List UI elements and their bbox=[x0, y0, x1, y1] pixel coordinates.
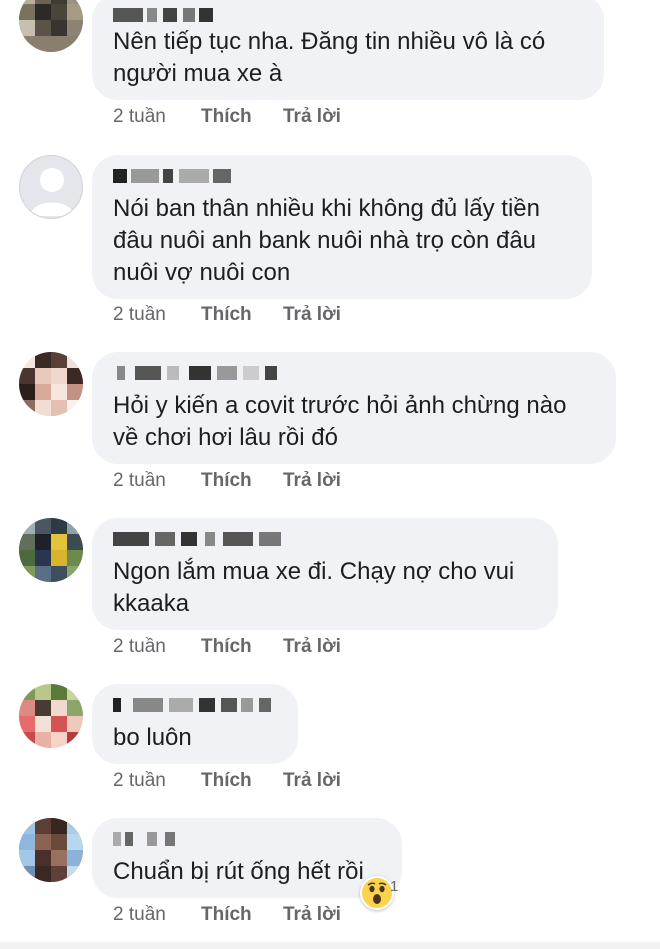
reply-button[interactable]: Trả lời bbox=[283, 303, 341, 327]
comment-text: Nên tiếp tục nha. Đăng tin nhiều vô là c… bbox=[113, 28, 546, 87]
comment-time[interactable]: 2 tuần bbox=[113, 303, 166, 327]
pixelated-avatar-image bbox=[19, 818, 83, 882]
pixelated-avatar-image bbox=[19, 684, 83, 748]
pixelated-avatar-image bbox=[19, 518, 83, 582]
comment-bubble: Ngon lắm mua xe đi. Chạy nợ cho vui kkaa… bbox=[92, 518, 558, 630]
comment-bubble: Nói ban thân nhiều khi không đủ lấy tiền… bbox=[92, 155, 592, 299]
like-button[interactable]: Thích bbox=[201, 105, 252, 129]
comment-time[interactable]: 2 tuần bbox=[113, 469, 166, 493]
reaction-summary[interactable]: 1 bbox=[360, 876, 400, 910]
comment-bubble: Hỏi y kiến a covit trước hỏi ảnh chừng n… bbox=[92, 352, 616, 464]
like-button[interactable]: Thích bbox=[201, 769, 252, 793]
reply-button[interactable]: Trả lời bbox=[283, 635, 341, 659]
comment-bubble: Nên tiếp tục nha. Đăng tin nhiều vô là c… bbox=[92, 0, 604, 100]
commenter-name-redacted[interactable] bbox=[113, 698, 278, 714]
comment-bubble: bo luôn bbox=[92, 684, 298, 764]
bottom-divider bbox=[0, 942, 660, 949]
avatar[interactable] bbox=[19, 818, 83, 882]
like-button[interactable]: Thích bbox=[201, 635, 252, 659]
commenter-name-redacted[interactable] bbox=[113, 832, 382, 848]
comment-time[interactable]: 2 tuần bbox=[113, 769, 166, 793]
avatar[interactable] bbox=[19, 684, 83, 748]
avatar[interactable] bbox=[19, 0, 83, 52]
pixelated-avatar-image bbox=[19, 352, 83, 416]
comment-text: bo luôn bbox=[113, 724, 192, 751]
commenter-name-redacted[interactable] bbox=[113, 532, 538, 548]
avatar[interactable] bbox=[19, 352, 83, 416]
reply-button[interactable]: Trả lời bbox=[283, 469, 341, 493]
pixelated-avatar-image bbox=[19, 0, 83, 52]
commenter-name-redacted[interactable] bbox=[113, 169, 572, 185]
comment-bubble: Chuẩn bị rút ống hết rồi bbox=[92, 818, 402, 898]
comment-text: Chuẩn bị rút ống hết rồi bbox=[113, 858, 364, 885]
comment-text: Nói ban thân nhiều khi không đủ lấy tiền… bbox=[113, 195, 540, 286]
avatar[interactable] bbox=[19, 518, 83, 582]
default-avatar-icon bbox=[30, 168, 74, 216]
comment-time[interactable]: 2 tuần bbox=[113, 105, 166, 129]
reply-button[interactable]: Trả lời bbox=[283, 903, 341, 927]
reply-button[interactable]: Trả lời bbox=[283, 769, 341, 793]
wow-reaction-icon bbox=[360, 876, 394, 910]
reply-button[interactable]: Trả lời bbox=[283, 105, 341, 129]
like-button[interactable]: Thích bbox=[201, 469, 252, 493]
comment-text: Hỏi y kiến a covit trước hỏi ảnh chừng n… bbox=[113, 392, 567, 451]
comment-time[interactable]: 2 tuần bbox=[113, 635, 166, 659]
like-button[interactable]: Thích bbox=[201, 903, 252, 927]
reaction-count: 1 bbox=[390, 878, 399, 895]
comment-text: Ngon lắm mua xe đi. Chạy nợ cho vui kkaa… bbox=[113, 558, 515, 617]
avatar[interactable] bbox=[19, 155, 83, 219]
like-button[interactable]: Thích bbox=[201, 303, 252, 327]
commenter-name-redacted[interactable] bbox=[113, 366, 596, 382]
commenter-name-redacted[interactable] bbox=[113, 8, 584, 24]
comment-time[interactable]: 2 tuần bbox=[113, 903, 166, 927]
